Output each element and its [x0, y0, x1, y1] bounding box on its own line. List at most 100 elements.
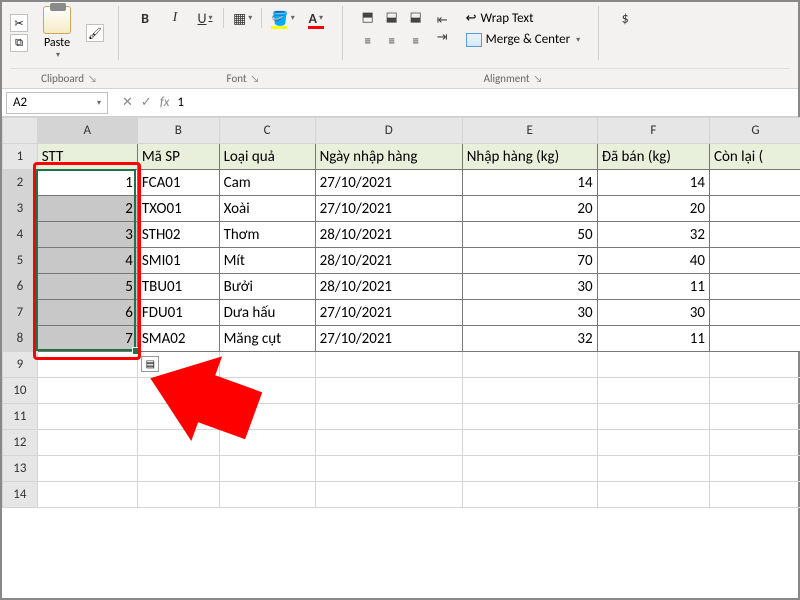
cell-C2[interactable]: Cam	[219, 170, 315, 196]
cell-D6[interactable]: 28/10/2021	[315, 274, 462, 300]
dialog-launcher-icon[interactable]: ↘	[534, 72, 543, 85]
cell-C8[interactable]: Măng cụt	[219, 326, 315, 352]
align-bottom-button[interactable]: ⬓	[405, 6, 427, 28]
copy-button[interactable]: ⧉	[10, 34, 28, 52]
cell-D4[interactable]: 28/10/2021	[315, 222, 462, 248]
cell-A2[interactable]: 1	[37, 170, 137, 196]
cell-G12[interactable]	[710, 430, 800, 456]
cell-B5[interactable]: SMI01	[137, 248, 219, 274]
cell-F3[interactable]: 20	[597, 196, 709, 222]
cell-A5[interactable]: 4	[37, 248, 137, 274]
cell-D7[interactable]: 27/10/2021	[315, 300, 462, 326]
cell-C12[interactable]	[219, 430, 315, 456]
cell-F2[interactable]: 14	[597, 170, 709, 196]
dialog-launcher-icon[interactable]: ↘	[88, 72, 97, 85]
col-header-D[interactable]: D	[315, 118, 462, 144]
borders-button[interactable]: ▦▾	[230, 6, 255, 30]
cell-B1[interactable]: Mã SP	[137, 144, 219, 170]
merge-center-button[interactable]: Merge & Center▾	[462, 30, 585, 49]
cell-A11[interactable]	[37, 404, 137, 430]
cell-F5[interactable]: 40	[597, 248, 709, 274]
cell-G5[interactable]	[710, 248, 800, 274]
cell-A6[interactable]: 5	[37, 274, 137, 300]
cell-F1[interactable]: Đã bán (kg)	[597, 144, 709, 170]
cell-A8[interactable]: 7	[37, 326, 137, 352]
cell-E8[interactable]: 32	[462, 326, 597, 352]
enter-formula-button[interactable]: ✓	[141, 95, 152, 110]
cell-C7[interactable]: Dưa hấu	[219, 300, 315, 326]
col-header-E[interactable]: E	[462, 118, 597, 144]
row-header-8[interactable]: 8	[3, 326, 38, 352]
cell-G1[interactable]: Còn lại (	[710, 144, 800, 170]
cell-F14[interactable]	[597, 482, 709, 508]
row-header-6[interactable]: 6	[3, 274, 38, 300]
row-header-3[interactable]: 3	[3, 196, 38, 222]
cell-F4[interactable]: 32	[597, 222, 709, 248]
cell-D8[interactable]: 27/10/2021	[315, 326, 462, 352]
cell-C1[interactable]: Loại quả	[219, 144, 315, 170]
align-left-button[interactable]: ≡	[357, 30, 379, 52]
accounting-format-button[interactable]: $	[613, 6, 637, 30]
fx-icon[interactable]: fx	[160, 95, 170, 110]
cell-E10[interactable]	[462, 378, 597, 404]
cell-B2[interactable]: FCA01	[137, 170, 219, 196]
paste-button[interactable]: Paste ▾	[34, 6, 80, 60]
cell-B12[interactable]	[137, 430, 219, 456]
spreadsheet-grid[interactable]: A B C D E F G 1STTMã SPLoại quảNgày nhập…	[2, 117, 798, 508]
cell-G9[interactable]	[710, 352, 800, 378]
col-header-B[interactable]: B	[137, 118, 219, 144]
row-header-14[interactable]: 14	[3, 482, 38, 508]
cell-C6[interactable]: Bưởi	[219, 274, 315, 300]
row-header-2[interactable]: 2	[3, 170, 38, 196]
cell-A1[interactable]: STT	[37, 144, 137, 170]
cell-E14[interactable]	[462, 482, 597, 508]
cut-button[interactable]: ✂	[10, 14, 28, 32]
italic-button[interactable]: I	[163, 6, 187, 30]
cell-C14[interactable]	[219, 482, 315, 508]
cell-C5[interactable]: Mít	[219, 248, 315, 274]
cell-E6[interactable]: 30	[462, 274, 597, 300]
increase-indent-button[interactable]: ⇥	[437, 30, 448, 45]
cell-F10[interactable]	[597, 378, 709, 404]
fill-handle[interactable]	[132, 347, 140, 355]
select-all-corner[interactable]	[3, 118, 38, 144]
cell-F6[interactable]: 11	[597, 274, 709, 300]
cell-B11[interactable]	[137, 404, 219, 430]
cell-E3[interactable]: 20	[462, 196, 597, 222]
cell-G7[interactable]	[710, 300, 800, 326]
formula-input[interactable]	[177, 92, 677, 114]
bold-button[interactable]: B	[133, 6, 157, 30]
cell-C10[interactable]	[219, 378, 315, 404]
cell-G11[interactable]	[710, 404, 800, 430]
cell-A3[interactable]: 2	[37, 196, 137, 222]
cell-B3[interactable]: TXO01	[137, 196, 219, 222]
cell-C4[interactable]: Thơm	[219, 222, 315, 248]
cell-F8[interactable]: 11	[597, 326, 709, 352]
cell-F7[interactable]: 30	[597, 300, 709, 326]
cell-F9[interactable]	[597, 352, 709, 378]
fill-color-button[interactable]: 🪣 ▾	[268, 6, 297, 30]
row-header-10[interactable]: 10	[3, 378, 38, 404]
cell-F13[interactable]	[597, 456, 709, 482]
wrap-text-button[interactable]: ↩Wrap Text	[462, 9, 585, 28]
row-header-4[interactable]: 4	[3, 222, 38, 248]
cell-F11[interactable]	[597, 404, 709, 430]
cell-A10[interactable]	[37, 378, 137, 404]
cell-G2[interactable]	[710, 170, 800, 196]
row-header-5[interactable]: 5	[3, 248, 38, 274]
cell-G14[interactable]	[710, 482, 800, 508]
cell-A9[interactable]	[37, 352, 137, 378]
cell-B6[interactable]: TBU01	[137, 274, 219, 300]
autofill-options-button[interactable]: ▤	[141, 356, 159, 372]
cell-E4[interactable]: 50	[462, 222, 597, 248]
row-header-11[interactable]: 11	[3, 404, 38, 430]
cell-E12[interactable]	[462, 430, 597, 456]
align-middle-button[interactable]: ⬓	[381, 6, 403, 28]
cell-B13[interactable]	[137, 456, 219, 482]
cell-D13[interactable]	[315, 456, 462, 482]
col-header-A[interactable]: A	[37, 118, 137, 144]
row-header-1[interactable]: 1	[3, 144, 38, 170]
cell-G13[interactable]	[710, 456, 800, 482]
cell-B10[interactable]	[137, 378, 219, 404]
cell-C11[interactable]	[219, 404, 315, 430]
